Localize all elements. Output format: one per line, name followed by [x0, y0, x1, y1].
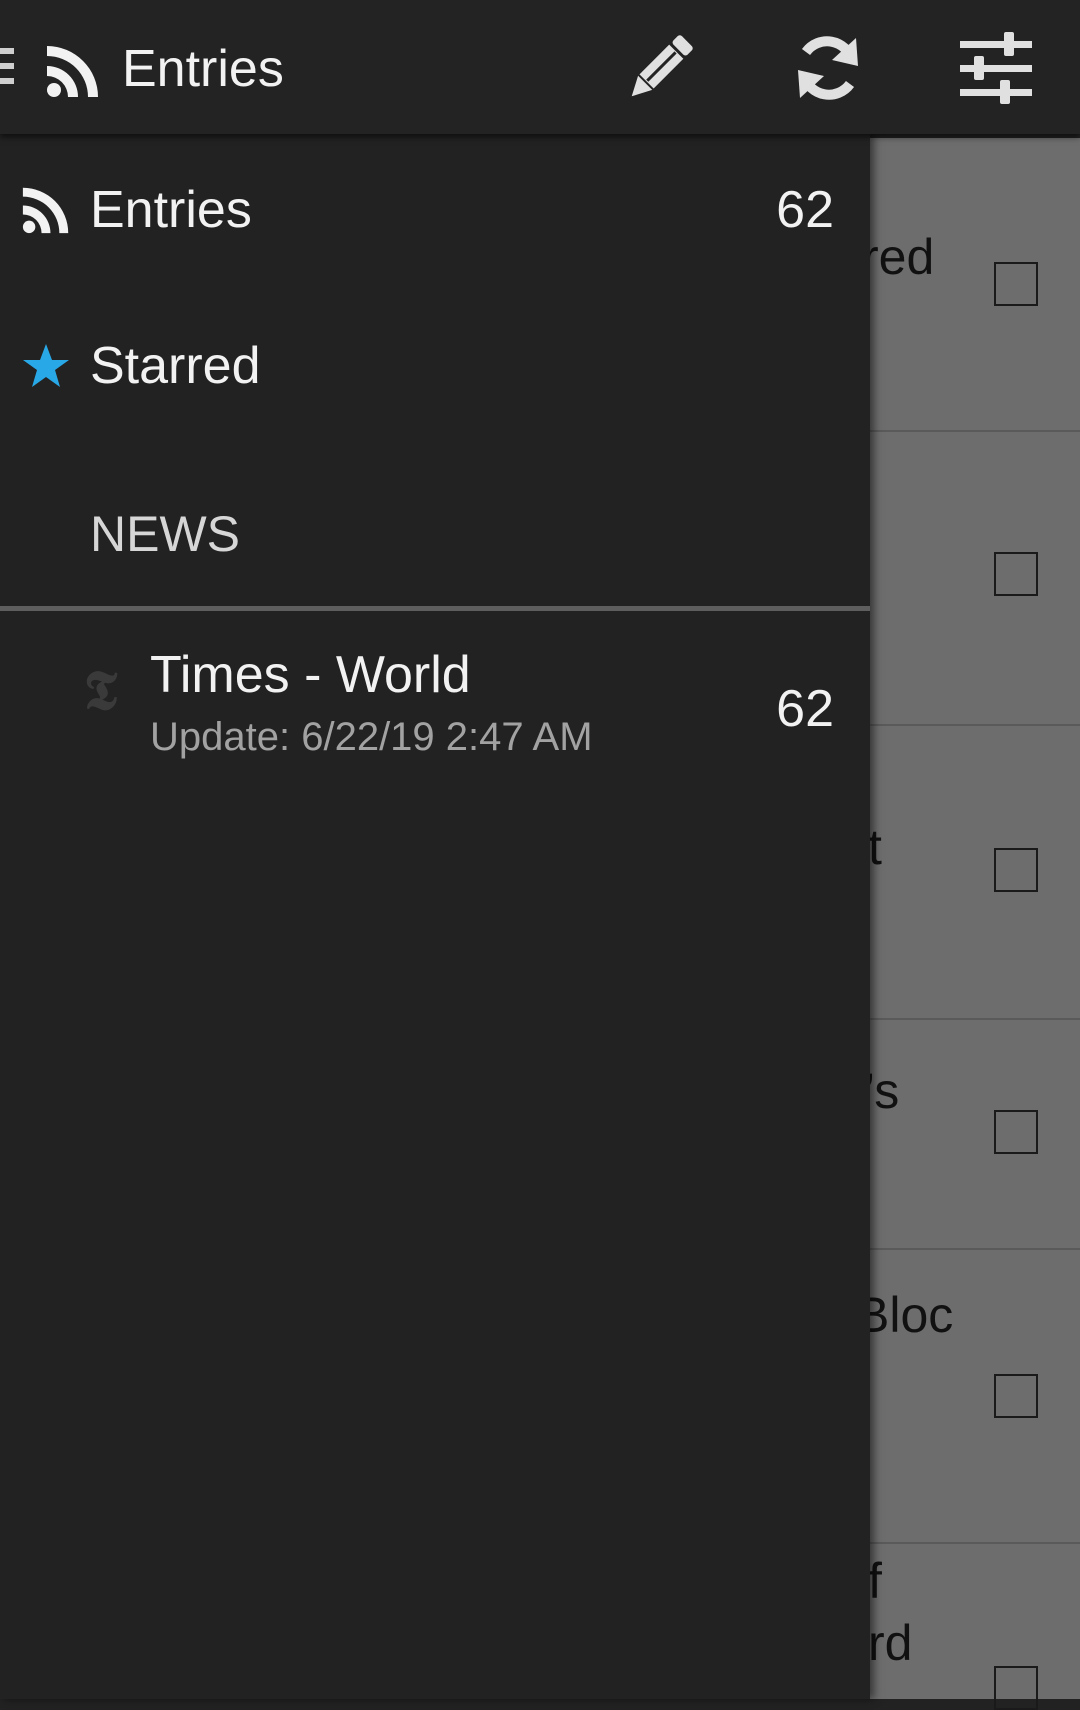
page-title: Entries	[122, 40, 284, 98]
list-item-checkbox[interactable]	[994, 1110, 1038, 1154]
drawer-item-label: Entries	[90, 181, 252, 239]
navigation-drawer: Entries 62 Starred NEWS 𝕿 Times - World …	[0, 134, 870, 1699]
edit-icon	[631, 35, 693, 97]
menu-icon[interactable]	[0, 48, 16, 92]
drawer-item-entries[interactable]: Entries 62	[0, 134, 870, 284]
star-icon	[22, 342, 70, 390]
list-item-checkbox[interactable]	[994, 262, 1038, 306]
toolbar: Entries	[0, 0, 1080, 134]
refresh-icon	[798, 36, 858, 100]
list-item[interactable]: ’s	[864, 1020, 1080, 1250]
edit-button[interactable]	[618, 26, 702, 110]
section-divider	[0, 606, 870, 611]
filter-button[interactable]	[954, 26, 1038, 110]
unread-count: 62	[776, 680, 834, 738]
list-item[interactable]: f rd	[868, 1544, 1080, 1710]
feed-update-time: Update: 6/22/19 2:47 AM	[150, 715, 593, 759]
list-item-title: f rd	[868, 1553, 913, 1671]
rss-icon	[22, 186, 70, 234]
list-item-checkbox[interactable]	[994, 552, 1038, 596]
feed-title: Times - World	[150, 646, 471, 704]
list-item-checkbox[interactable]	[994, 848, 1038, 892]
list-item[interactable]: red	[862, 138, 1080, 432]
list-item[interactable]	[870, 432, 1080, 726]
rss-icon	[46, 44, 100, 98]
drawer-item-label: Starred	[90, 337, 261, 395]
feed-logo-icon: 𝕿	[84, 658, 118, 722]
refresh-button[interactable]	[786, 26, 870, 110]
list-item-title: t	[868, 819, 882, 875]
feed-item-times-world[interactable]: 𝕿 Times - World Update: 6/22/19 2:47 AM …	[0, 612, 870, 772]
entries-list: red t ’s Bloc f rd	[856, 138, 1080, 1710]
drawer-item-starred[interactable]: Starred	[0, 290, 870, 440]
list-item-title: red	[862, 229, 935, 285]
unread-count: 62	[776, 181, 834, 239]
list-item-title: Bloc	[856, 1287, 954, 1343]
list-item-checkbox[interactable]	[994, 1666, 1038, 1710]
filter-icon	[960, 32, 1032, 104]
list-item-checkbox[interactable]	[994, 1374, 1038, 1418]
list-item[interactable]: Bloc	[856, 1250, 1080, 1544]
list-item[interactable]: t	[868, 726, 1080, 1020]
section-header-news: NEWS	[90, 506, 240, 562]
